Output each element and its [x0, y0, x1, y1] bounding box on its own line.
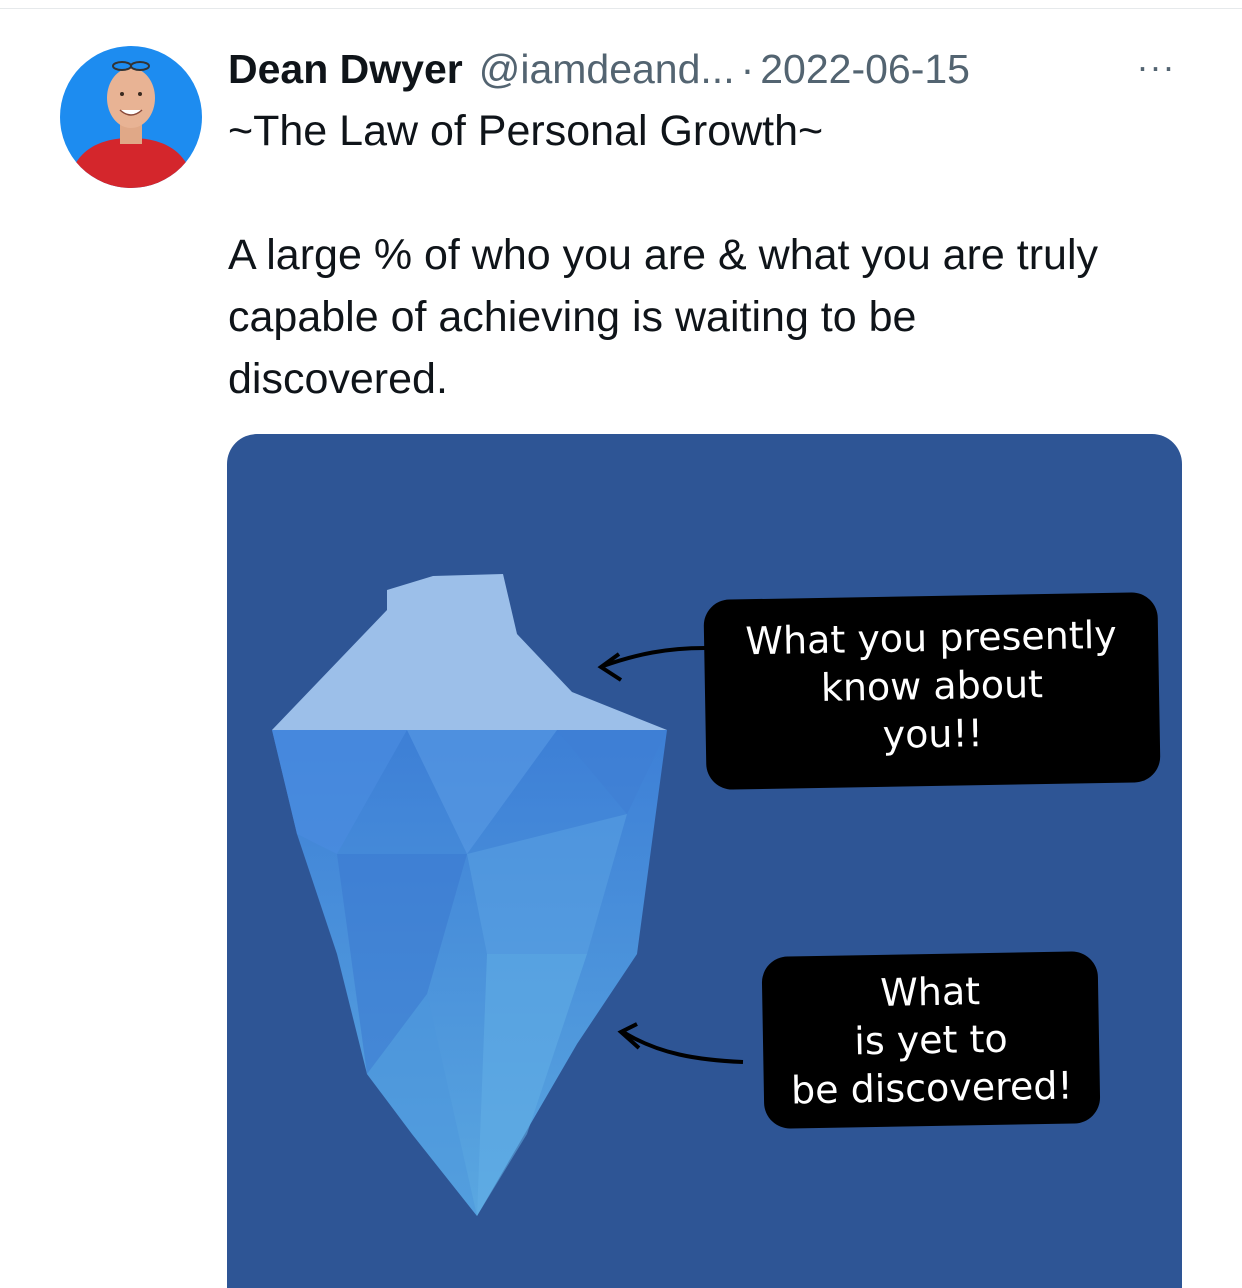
tweet-page: Dean Dwyer @iamdeand... · 2022-06-15 ~Th…: [0, 0, 1242, 1288]
iceberg-tip: [272, 574, 667, 730]
avatar[interactable]: [60, 46, 202, 188]
tweet-spacer: [228, 162, 1188, 224]
tweet-image[interactable]: What you presently know about you!! What…: [227, 434, 1182, 1288]
tweet-title: ~The Law of Personal Growth~: [228, 107, 824, 155]
top-divider: [0, 8, 1242, 9]
author-handle[interactable]: @iamdeand...: [479, 40, 735, 98]
callout-discover: What is yet to be discovered!: [761, 951, 1101, 1129]
more-options-icon[interactable]: ···: [1128, 49, 1184, 85]
tweet: Dean Dwyer @iamdeand... · 2022-06-15 ~Th…: [228, 40, 1188, 410]
tweet-text: ~The Law of Personal Growth~ A large % o…: [228, 100, 1188, 410]
tweet-paragraph: A large % of who you are & what you are …: [228, 231, 1099, 403]
iceberg-illustration: [272, 574, 744, 1216]
tweet-date[interactable]: 2022-06-15: [760, 40, 970, 98]
header-separator: ·: [740, 46, 755, 92]
tweet-header: Dean Dwyer @iamdeand... · 2022-06-15: [228, 40, 1188, 98]
author-name[interactable]: Dean Dwyer: [228, 40, 463, 98]
callout-present: What you presently know about you!!: [703, 592, 1161, 790]
avatar-photo: [60, 46, 202, 188]
